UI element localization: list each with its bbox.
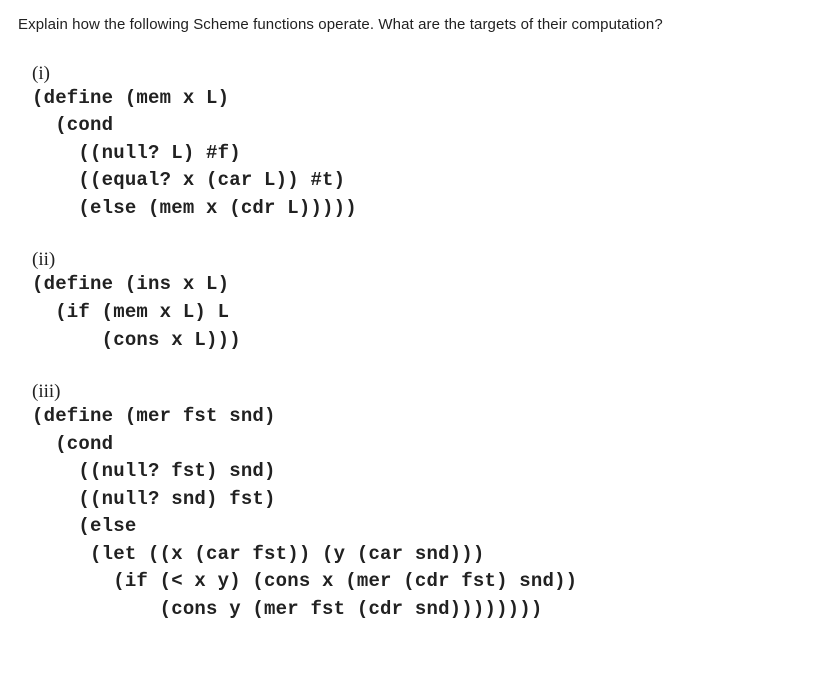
part-3: (iii) (define (mer fst snd) (cond ((null…	[32, 382, 801, 623]
part-2-label: (ii)	[32, 250, 801, 269]
part-3-code: (define (mer fst snd) (cond ((null? fst)…	[32, 403, 801, 623]
question-prompt: Explain how the following Scheme functio…	[18, 14, 801, 36]
document-page: Explain how the following Scheme functio…	[0, 0, 819, 670]
part-2: (ii) (define (ins x L) (if (mem x L) L (…	[32, 250, 801, 354]
part-3-label: (iii)	[32, 382, 801, 401]
part-1-label: (i)	[32, 64, 801, 83]
part-1: (i) (define (mem x L) (cond ((null? L) #…	[32, 64, 801, 223]
part-2-code: (define (ins x L) (if (mem x L) L (cons …	[32, 271, 801, 354]
part-1-code: (define (mem x L) (cond ((null? L) #f) (…	[32, 85, 801, 223]
